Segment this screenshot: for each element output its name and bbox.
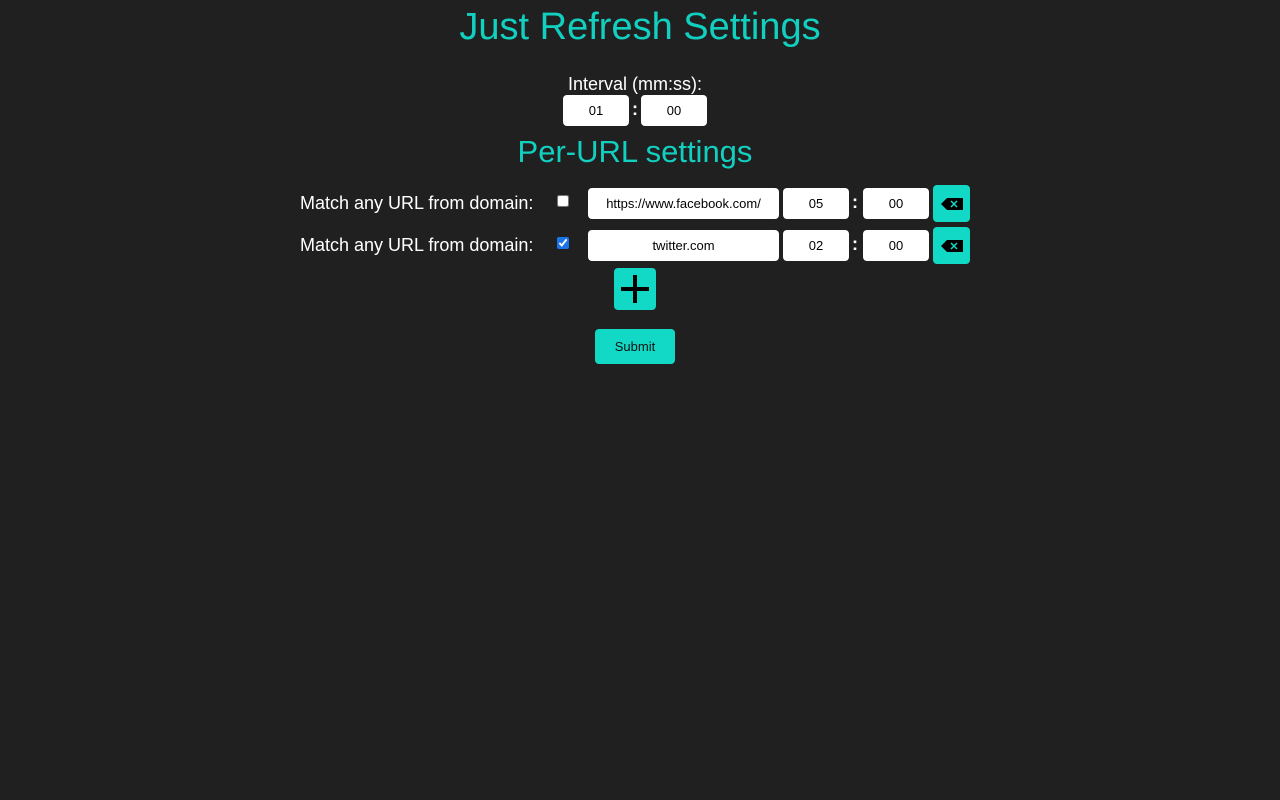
submit-button[interactable]: Submit bbox=[595, 329, 675, 364]
match-domain-label: Match any URL from domain: bbox=[300, 235, 534, 255]
backspace-icon bbox=[940, 197, 963, 210]
time-separator: : bbox=[852, 234, 858, 254]
page-title: Just Refresh Settings bbox=[459, 6, 821, 48]
url-input[interactable] bbox=[588, 188, 779, 219]
url-minutes-input[interactable] bbox=[783, 230, 849, 261]
interval-separator: : bbox=[632, 99, 638, 119]
match-domain-label: Match any URL from domain: bbox=[300, 193, 534, 213]
add-row-button[interactable] bbox=[614, 268, 656, 310]
url-seconds-input[interactable] bbox=[863, 230, 929, 261]
delete-row-button[interactable] bbox=[933, 227, 970, 264]
url-seconds-input[interactable] bbox=[863, 188, 929, 219]
per-url-heading: Per-URL settings bbox=[517, 134, 753, 169]
url-minutes-input[interactable] bbox=[783, 188, 849, 219]
backspace-icon bbox=[940, 239, 963, 252]
interval-seconds-input[interactable] bbox=[641, 95, 707, 126]
time-separator: : bbox=[852, 192, 858, 212]
match-domain-checkbox[interactable] bbox=[557, 237, 569, 249]
match-domain-checkbox[interactable] bbox=[557, 195, 569, 207]
url-input[interactable] bbox=[588, 230, 779, 261]
delete-row-button[interactable] bbox=[933, 185, 970, 222]
interval-label: Interval (mm:ss): bbox=[567, 74, 702, 94]
plus-icon bbox=[621, 275, 649, 303]
interval-minutes-input[interactable] bbox=[563, 95, 629, 126]
